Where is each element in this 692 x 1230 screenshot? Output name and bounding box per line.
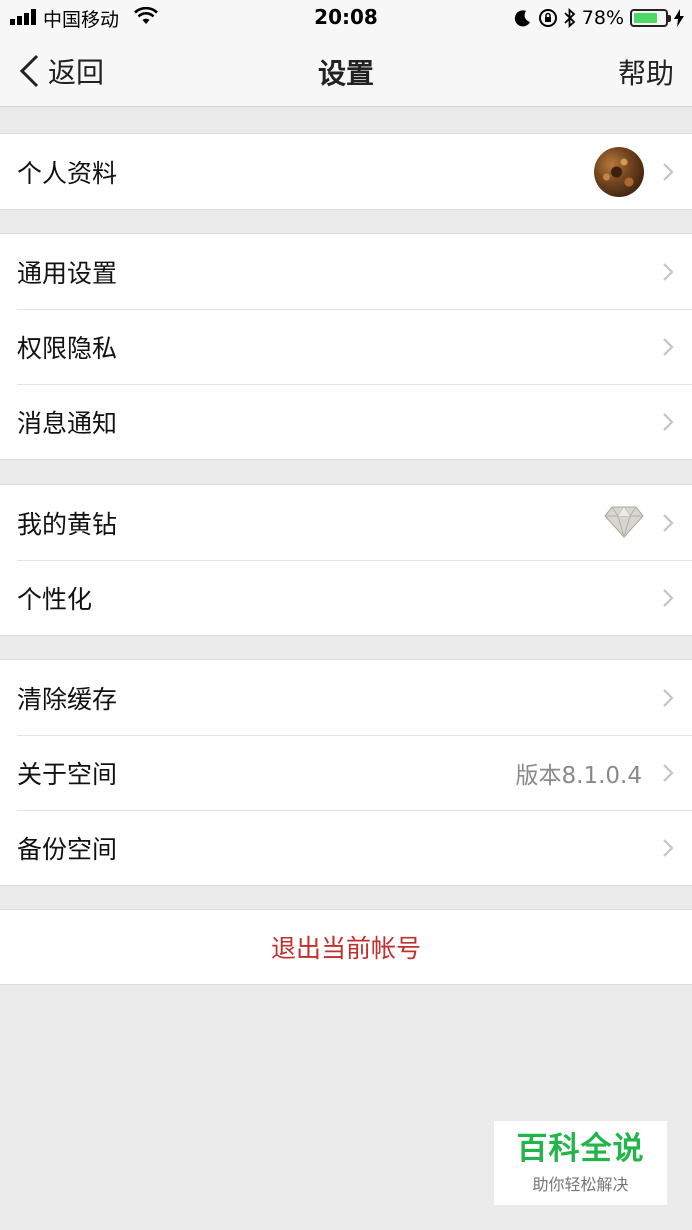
avatar [594, 147, 644, 197]
chevron-right-icon [663, 514, 674, 532]
settings-group-misc: 清除缓存 关于空间 版本8.1.0.4 备份空间 [0, 659, 692, 886]
row-yellow-diamond[interactable]: 我的黄钻 [0, 485, 692, 560]
row-privacy[interactable]: 权限隐私 [0, 309, 692, 384]
row-label: 我的黄钻 [17, 509, 118, 539]
logout-button[interactable]: 退出当前帐号 [0, 909, 692, 985]
help-button[interactable]: 帮助 [618, 52, 674, 92]
row-label: 消息通知 [17, 408, 118, 438]
row-profile[interactable]: 个人资料 [0, 134, 692, 209]
page-title: 设置 [317, 57, 374, 90]
row-notifications[interactable]: 消息通知 [0, 384, 692, 459]
settings-group-general: 通用设置 权限隐私 消息通知 [0, 233, 692, 460]
row-label: 备份空间 [17, 834, 118, 864]
diamond-icon [604, 506, 644, 539]
row-label: 清除缓存 [17, 684, 118, 714]
settings-group-vip: 我的黄钻 个性化 [0, 484, 692, 636]
row-about[interactable]: 关于空间 版本8.1.0.4 [0, 735, 692, 810]
row-label: 通用设置 [17, 258, 118, 288]
chevron-right-icon [663, 163, 674, 181]
row-label: 个人资料 [17, 158, 118, 188]
watermark-logo: 百科全说 助你轻松解决 [494, 1121, 667, 1205]
chevron-right-icon [663, 764, 674, 782]
navigation-bar: 返回 设置 帮助 [0, 36, 692, 107]
logout-label: 退出当前帐号 [270, 934, 421, 963]
chevron-right-icon [663, 263, 674, 281]
chevron-right-icon [663, 689, 674, 707]
row-label: 个性化 [17, 584, 93, 614]
chevron-right-icon [663, 839, 674, 857]
status-right: 78% [514, 5, 684, 31]
settings-group-profile: 个人资料 [0, 133, 692, 210]
row-backup[interactable]: 备份空间 [0, 810, 692, 885]
row-label: 权限隐私 [17, 333, 118, 363]
bluetooth-icon [564, 8, 576, 28]
status-bar: 中国移动 20:08 78% [0, 0, 692, 36]
version-value: 版本8.1.0.4 [515, 762, 642, 789]
row-general-settings[interactable]: 通用设置 [0, 234, 692, 309]
watermark-subtitle: 助你轻松解决 [532, 1175, 629, 1194]
chevron-right-icon [663, 589, 674, 607]
battery-percent: 78% [581, 7, 624, 29]
row-clear-cache[interactable]: 清除缓存 [0, 660, 692, 735]
watermark-title: 百科全说 [516, 1131, 645, 1167]
charging-icon [674, 9, 684, 27]
row-label: 关于空间 [17, 759, 118, 789]
moon-icon [514, 10, 530, 27]
chevron-right-icon [663, 413, 674, 431]
rotation-lock-icon [538, 9, 557, 27]
chevron-right-icon [663, 338, 674, 356]
battery-icon [630, 9, 671, 27]
row-personalization[interactable]: 个性化 [0, 560, 692, 635]
